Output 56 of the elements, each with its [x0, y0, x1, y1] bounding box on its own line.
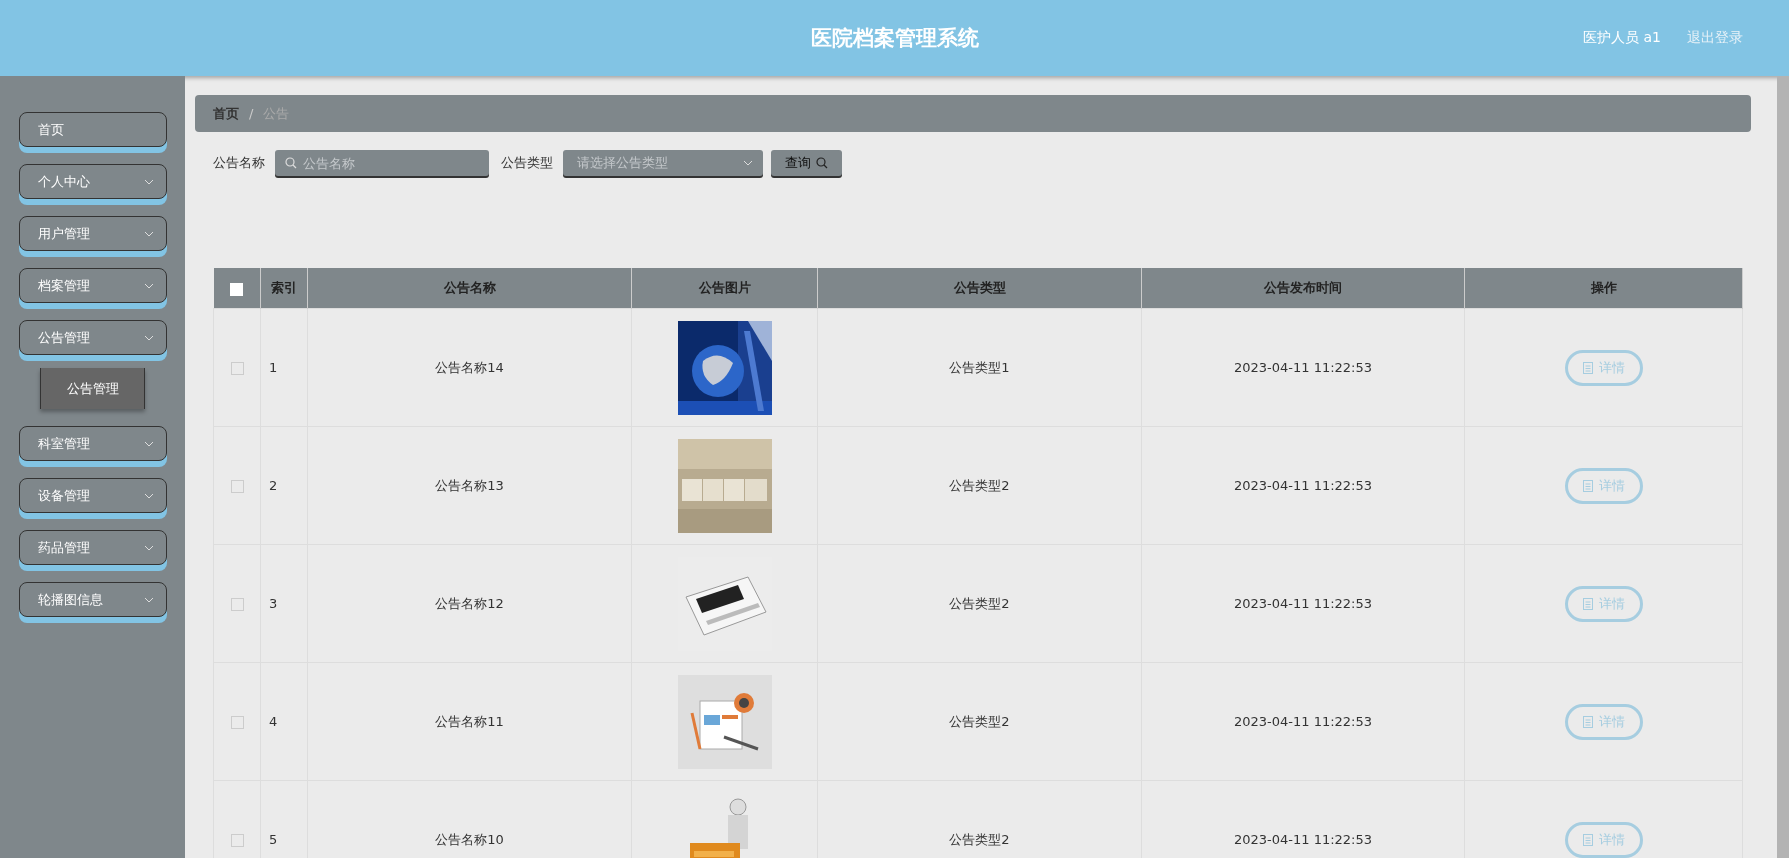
column-header: 操作 [1464, 268, 1743, 309]
row-checkbox[interactable] [230, 362, 244, 375]
table-cell: 3 [260, 544, 308, 663]
table-cell: 公告名称14 [307, 308, 632, 427]
table-cell: 公告名称12 [307, 544, 632, 663]
row-checkbox[interactable] [230, 480, 244, 493]
table-cell: 1 [260, 308, 308, 427]
search-field[interactable]: 公告名称 [275, 150, 489, 176]
table-cell: 公告名称11 [307, 662, 632, 781]
submenu-item[interactable]: 公告管理 [40, 368, 145, 409]
header-checkbox[interactable] [230, 282, 244, 296]
field-label: 公告名称 [213, 154, 265, 172]
type-dropdown[interactable]: 请选择公告类型 [563, 150, 763, 176]
row-checkbox[interactable] [230, 598, 244, 611]
chevron-down-icon [143, 178, 154, 185]
search-icon [816, 157, 828, 169]
table-cell: 4 [260, 662, 308, 781]
table-cell: 2023-04-11 11:22:53 [1141, 308, 1465, 427]
row-checkbox[interactable] [230, 716, 244, 729]
breadcrumb-separator: / [249, 106, 254, 121]
table-cell: 2023-04-11 11:22:53 [1141, 662, 1465, 781]
scrollbar[interactable] [1777, 76, 1789, 858]
document-icon [1582, 479, 1593, 492]
field-label: 公告类型 [501, 154, 553, 172]
chevron-down-icon [143, 440, 154, 447]
chevron-down-icon [143, 544, 154, 551]
document-icon [1582, 361, 1593, 374]
chevron-down-icon [143, 334, 154, 341]
chevron-down-icon [143, 492, 154, 499]
table-cell: 公告类型2 [817, 426, 1142, 545]
table-cell: 2023-04-11 11:22:53 [1141, 544, 1465, 663]
user-name: 医护人员 a1 [1583, 29, 1661, 47]
document-icon [1582, 597, 1593, 610]
document-icon [1582, 833, 1593, 846]
chevron-down-icon [143, 596, 154, 603]
breadcrumb-item[interactable]: 首页 [213, 104, 239, 123]
document-icon [1582, 715, 1593, 728]
search-icon [285, 157, 297, 169]
column-header: 索引 [260, 268, 308, 309]
table-cell: 2 [260, 426, 308, 545]
chevron-down-icon [743, 160, 753, 166]
table-cell: 公告类型1 [817, 308, 1142, 427]
column-header: 公告发布时间 [1141, 268, 1465, 309]
table-cell: 公告名称13 [307, 426, 632, 545]
table-cell: 2023-04-11 11:22:53 [1141, 426, 1465, 545]
row-checkbox[interactable] [230, 834, 244, 847]
column-header: 公告图片 [631, 268, 818, 309]
column-header: 公告名称 [307, 268, 632, 309]
chevron-down-icon [143, 230, 154, 237]
column-header: 公告类型 [817, 268, 1142, 309]
search-input[interactable]: 公告名称 [301, 154, 475, 172]
app-title: 医院档案管理系统 [810, 25, 979, 52]
query-button[interactable]: 查询 [771, 150, 842, 176]
table-cell: 公告类型2 [817, 662, 1142, 781]
table-cell: 公告类型2 [817, 544, 1142, 663]
chevron-down-icon [143, 282, 154, 289]
